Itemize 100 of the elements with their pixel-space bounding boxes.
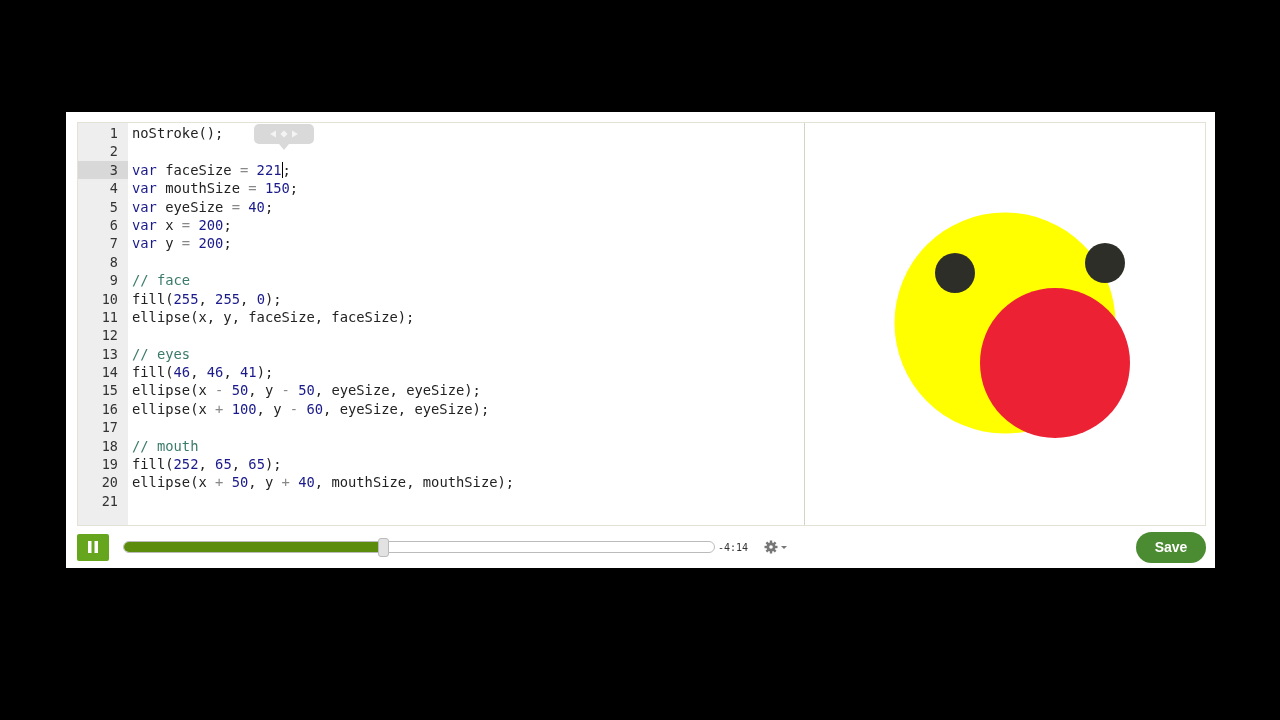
code-token: 252 (173, 455, 199, 474)
code-token: ; (223, 215, 232, 235)
line-number: 12 (100, 326, 119, 345)
code-token: // face (132, 271, 191, 290)
code-token: 46 (173, 363, 191, 382)
code-token: faceSize (164, 160, 232, 180)
code-token: ; (289, 179, 299, 198)
code-token: , (190, 363, 200, 382)
code-token: fill( (132, 289, 174, 308)
code-token: = (247, 179, 258, 198)
line-number: 20 (100, 473, 119, 492)
code-token: ellipse(x, y, faceSize, faceSize); (132, 307, 415, 327)
line-number: 7 (108, 234, 119, 253)
code-token: 0 (256, 289, 265, 308)
code-token: noStroke(); (132, 124, 224, 143)
code-token: var (132, 215, 157, 235)
code-token: , y (248, 381, 274, 400)
code-token: , (198, 289, 208, 308)
code-token: var (132, 160, 157, 180)
code-token: // eyes (132, 344, 191, 364)
time-remaining: -4:14 (718, 541, 749, 553)
line-number: 4 (108, 179, 119, 198)
code-token: 40 (248, 197, 265, 216)
line-number: 6 (108, 215, 119, 235)
line-number: 21 (100, 491, 119, 511)
code-token: 221 (256, 160, 282, 180)
line-number: 9 (108, 271, 119, 290)
text-cursor (281, 161, 283, 178)
code-editor[interactable] (78, 123, 805, 525)
line-number: 16 (100, 399, 119, 419)
code-token: 50 (298, 381, 315, 400)
code-token: + (214, 399, 225, 419)
line-number: 17 (100, 418, 119, 437)
code-token: eyeSize (164, 197, 224, 216)
line-number: 3 (78, 160, 128, 180)
code-token: = (180, 215, 192, 235)
line-number: 1 (108, 124, 119, 143)
code-token: // mouth (132, 436, 199, 456)
code-token: 46 (206, 363, 224, 382)
code-token: 50 (231, 381, 249, 400)
code-token: + (280, 473, 291, 492)
line-number: 14 (100, 363, 119, 382)
settings-icon[interactable] (764, 540, 789, 554)
code-token: 100 (231, 399, 257, 419)
line-number: 15 (100, 381, 119, 400)
code-token: 60 (306, 399, 324, 419)
code-token: fill( (132, 363, 174, 382)
code-token: 65 (215, 455, 232, 474)
code-token: var (132, 179, 157, 198)
code-token: - (288, 399, 300, 419)
code-token: , y (256, 399, 282, 419)
code-token: , (231, 455, 242, 474)
code-token: , eyeSize, eyeSize); (323, 399, 490, 419)
code-token: , (240, 289, 250, 308)
code-token: x (164, 215, 174, 235)
line-number: 5 (108, 197, 119, 216)
code-token: var (132, 197, 157, 216)
line-number: 18 (100, 436, 119, 456)
code-token: 50 (231, 473, 249, 492)
code-token: ; (264, 197, 274, 216)
scrubber-arrows-icon (270, 130, 298, 138)
code-token: - (214, 381, 225, 400)
code-token: = (180, 234, 192, 253)
code-token: 40 (298, 473, 315, 492)
code-token: 150 (264, 179, 290, 198)
code-token: ; (223, 234, 232, 253)
code-token: fill( (132, 455, 174, 474)
line-number: 11 (100, 307, 119, 327)
code-token: ellipse(x (132, 399, 207, 419)
code-token: = (239, 160, 250, 180)
code-token: mouthSize (164, 179, 240, 198)
code-token: ); (264, 455, 282, 474)
code-token: 255 (215, 289, 240, 308)
line-number: 2 (108, 142, 119, 161)
code-token: ); (256, 363, 274, 382)
code-token: 200 (198, 215, 224, 235)
code-token: ; (282, 160, 291, 180)
code-token: , mouthSize, mouthSize); (314, 473, 515, 492)
pause-icon (87, 541, 99, 553)
code-token: 65 (248, 455, 265, 474)
code-token: , eyeSize, eyeSize); (314, 381, 481, 400)
code-token: ellipse(x (132, 473, 207, 492)
code-token: , (223, 363, 233, 382)
code-token: ellipse(x (132, 381, 207, 400)
code-token: , y (248, 473, 274, 492)
code-token: - (280, 381, 291, 400)
pause-button[interactable] (77, 533, 109, 561)
code-token: y (164, 234, 174, 253)
code-token: 255 (173, 289, 199, 308)
code-token: = (230, 197, 241, 216)
code-token: 41 (240, 363, 257, 382)
line-number: 19 (100, 455, 119, 474)
code-token: var (132, 234, 157, 253)
line-number: 13 (100, 344, 119, 364)
code-token: + (214, 473, 225, 492)
save-button[interactable]: Save (1136, 531, 1206, 563)
line-number: 10 (100, 289, 119, 308)
code-token: , (198, 455, 208, 474)
line-number: 8 (108, 252, 119, 272)
progress-handle[interactable] (377, 538, 389, 557)
